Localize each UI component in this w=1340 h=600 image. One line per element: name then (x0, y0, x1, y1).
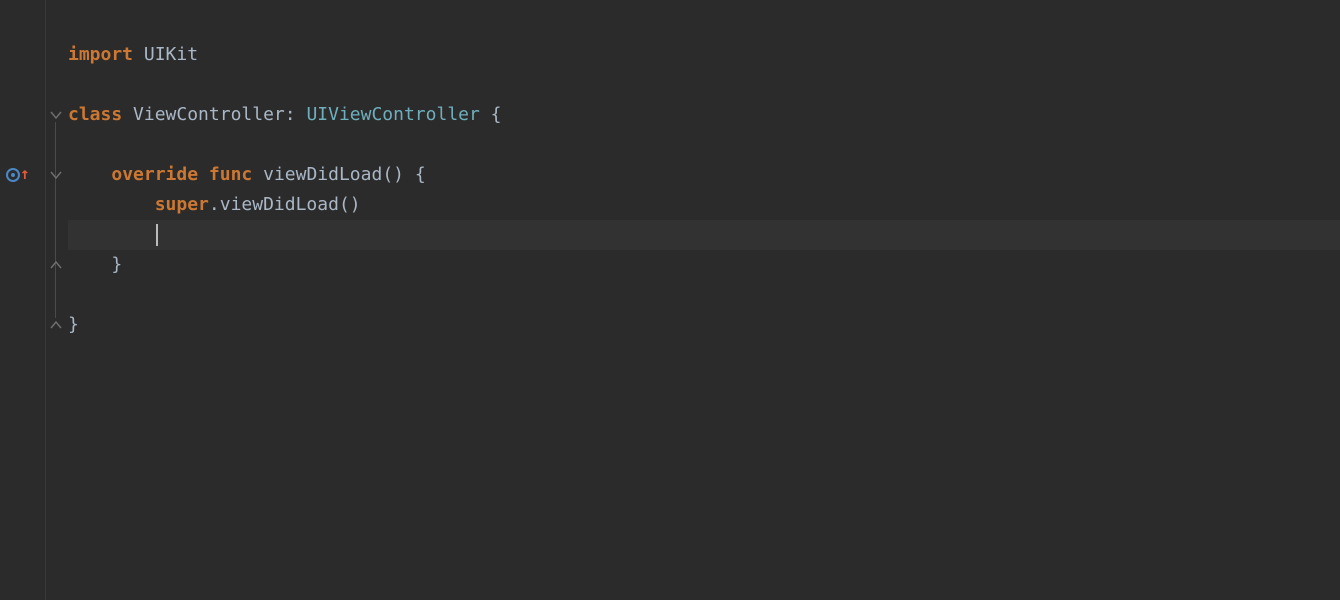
token-kw: import (68, 44, 133, 65)
gutter[interactable] (0, 0, 46, 600)
fold-collapse-icon[interactable] (49, 108, 63, 122)
code-line[interactable]: class ViewController: UIViewController { (68, 100, 1340, 130)
code-editor[interactable]: import UIKit class ViewController: UIView… (0, 0, 1340, 600)
code-line[interactable] (68, 130, 1340, 160)
token-punc: . (209, 194, 220, 215)
override-indicator-icon[interactable] (6, 168, 20, 182)
token-kw: class (68, 104, 122, 125)
fold-collapse-icon[interactable] (49, 168, 63, 182)
token-cls: ViewController (133, 104, 285, 125)
token-punc: () (382, 164, 404, 185)
token-punc: { (491, 104, 502, 125)
code-line[interactable]: } (68, 310, 1340, 340)
fold-guide-line (55, 122, 56, 318)
code-line[interactable] (68, 70, 1340, 100)
token-cls: UIKit (144, 44, 198, 65)
fold-gutter[interactable] (46, 0, 68, 600)
token-punc: } (68, 314, 79, 335)
code-line[interactable]: } (68, 250, 1340, 280)
token-fn: viewDidLoad (263, 164, 382, 185)
token-punc: } (111, 254, 122, 275)
code-line[interactable]: super.viewDidLoad() (68, 190, 1340, 220)
override-gutter-marker[interactable] (6, 165, 40, 185)
token-fn: viewDidLoad (220, 194, 339, 215)
token-type: UIViewController (306, 104, 479, 125)
code-line[interactable]: override func viewDidLoad() { (68, 160, 1340, 190)
token-kw: override (111, 164, 198, 185)
token-punc: () (339, 194, 361, 215)
token-punc: : (285, 104, 296, 125)
token-super-kw: super (155, 194, 209, 215)
fold-expand-end-icon[interactable] (49, 318, 63, 332)
code-line[interactable] (68, 280, 1340, 310)
token-punc: { (415, 164, 426, 185)
fold-expand-end-icon[interactable] (49, 258, 63, 272)
code-lines[interactable]: import UIKit class ViewController: UIView… (68, 40, 1340, 340)
text-caret (156, 224, 158, 246)
code-line[interactable] (68, 220, 1340, 250)
code-area[interactable]: import UIKit class ViewController: UIView… (68, 0, 1340, 600)
token-kw: func (209, 164, 252, 185)
code-line[interactable]: import UIKit (68, 40, 1340, 70)
